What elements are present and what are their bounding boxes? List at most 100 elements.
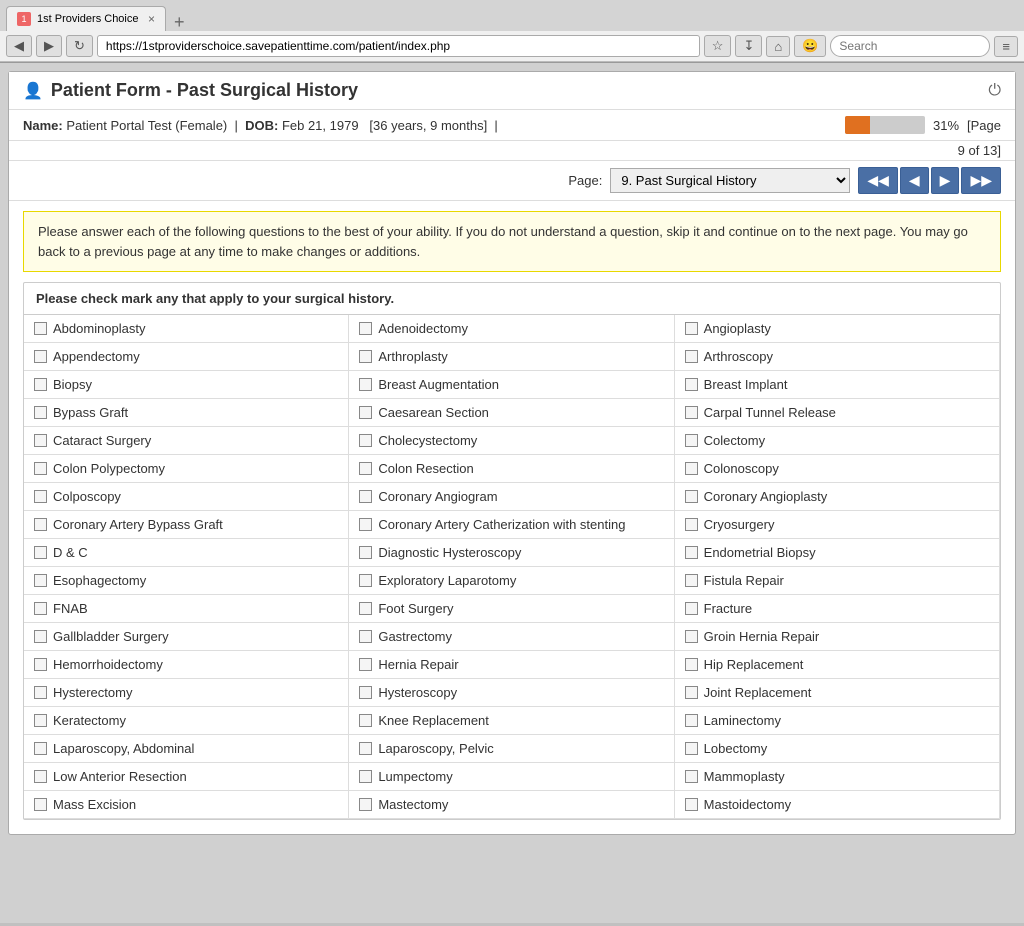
checklist-checkbox[interactable] [685,686,698,699]
checklist-checkbox[interactable] [359,630,372,643]
power-icon[interactable]: ⏻ [988,82,1001,100]
checklist-checkbox[interactable] [359,686,372,699]
checklist-checkbox[interactable] [685,406,698,419]
checklist-checkbox[interactable] [359,574,372,587]
checklist-item[interactable]: Breast Implant [675,371,1000,399]
menu-button[interactable]: ≡ [994,36,1018,57]
back-button[interactable]: ◀ [6,35,32,57]
checklist-checkbox[interactable] [685,462,698,475]
bookmark-button[interactable]: ☆ [704,35,732,57]
checklist-checkbox[interactable] [359,546,372,559]
checklist-item[interactable]: Abdominoplasty [24,315,349,343]
checklist-checkbox[interactable] [685,602,698,615]
checklist-checkbox[interactable] [34,350,47,363]
checklist-checkbox[interactable] [685,742,698,755]
checklist-checkbox[interactable] [685,350,698,363]
checklist-item[interactable]: Laparoscopy, Pelvic [349,735,674,763]
checklist-checkbox[interactable] [34,490,47,503]
checklist-item[interactable]: Hernia Repair [349,651,674,679]
checklist-item[interactable]: Hip Replacement [675,651,1000,679]
checklist-item[interactable]: Keratectomy [24,707,349,735]
checklist-checkbox[interactable] [685,490,698,503]
checklist-checkbox[interactable] [34,378,47,391]
checklist-item[interactable]: Foot Surgery [349,595,674,623]
checklist-item[interactable]: Colectomy [675,427,1000,455]
home-button[interactable]: ⌂ [766,36,790,57]
checklist-checkbox[interactable] [685,518,698,531]
checklist-item[interactable]: Diagnostic Hysteroscopy [349,539,674,567]
checklist-checkbox[interactable] [685,378,698,391]
refresh-button[interactable]: ↻ [66,35,93,57]
checklist-item[interactable]: Arthroscopy [675,343,1000,371]
checklist-checkbox[interactable] [359,490,372,503]
checklist-item[interactable]: Coronary Artery Bypass Graft [24,511,349,539]
checklist-item[interactable]: Hysteroscopy [349,679,674,707]
checklist-item[interactable]: Knee Replacement [349,707,674,735]
checklist-item[interactable]: Colonoscopy [675,455,1000,483]
checklist-item[interactable]: Mastectomy [349,791,674,819]
checklist-checkbox[interactable] [359,714,372,727]
page-select[interactable]: 1. Demographics2. Insurance3. Medical Hi… [610,168,850,193]
checklist-checkbox[interactable] [34,406,47,419]
checklist-item[interactable]: Colon Resection [349,455,674,483]
checklist-item[interactable]: Arthroplasty [349,343,674,371]
checklist-checkbox[interactable] [685,658,698,671]
checklist-item[interactable]: Hemorrhoidectomy [24,651,349,679]
checklist-checkbox[interactable] [685,434,698,447]
checklist-checkbox[interactable] [34,742,47,755]
checklist-item[interactable]: Joint Replacement [675,679,1000,707]
checklist-item[interactable]: Colon Polypectomy [24,455,349,483]
checklist-checkbox[interactable] [685,714,698,727]
first-page-button[interactable]: ◀◀ [858,167,898,194]
checklist-item[interactable]: Bypass Graft [24,399,349,427]
checklist-item[interactable]: Breast Augmentation [349,371,674,399]
checklist-item[interactable]: Fistula Repair [675,567,1000,595]
download-button[interactable]: ↧ [735,35,762,57]
checklist-checkbox[interactable] [34,658,47,671]
checklist-checkbox[interactable] [34,630,47,643]
checklist-checkbox[interactable] [34,714,47,727]
url-bar[interactable] [97,35,700,57]
checklist-item[interactable]: Exploratory Laparotomy [349,567,674,595]
checklist-item[interactable]: FNAB [24,595,349,623]
checklist-item[interactable]: Gastrectomy [349,623,674,651]
checklist-checkbox[interactable] [34,770,47,783]
checklist-checkbox[interactable] [685,770,698,783]
checklist-checkbox[interactable] [685,798,698,811]
checklist-checkbox[interactable] [359,658,372,671]
checklist-checkbox[interactable] [359,742,372,755]
checklist-checkbox[interactable] [359,378,372,391]
checklist-checkbox[interactable] [359,518,372,531]
checklist-item[interactable]: Adenoidectomy [349,315,674,343]
checklist-checkbox[interactable] [34,322,47,335]
checklist-item[interactable]: Coronary Angiogram [349,483,674,511]
checklist-checkbox[interactable] [359,798,372,811]
checklist-item[interactable]: Endometrial Biopsy [675,539,1000,567]
checklist-checkbox[interactable] [685,322,698,335]
checklist-checkbox[interactable] [685,574,698,587]
checklist-checkbox[interactable] [34,546,47,559]
checklist-checkbox[interactable] [685,546,698,559]
checklist-item[interactable]: Colposcopy [24,483,349,511]
checklist-item[interactable]: Esophagectomy [24,567,349,595]
checklist-item[interactable]: Cataract Surgery [24,427,349,455]
checklist-checkbox[interactable] [34,434,47,447]
checklist-item[interactable]: Appendectomy [24,343,349,371]
checklist-checkbox[interactable] [34,518,47,531]
checklist-checkbox[interactable] [359,434,372,447]
checklist-item[interactable]: Mass Excision [24,791,349,819]
search-input[interactable] [830,35,990,57]
checklist-item[interactable]: Cryosurgery [675,511,1000,539]
checklist-checkbox[interactable] [34,574,47,587]
checklist-item[interactable]: Carpal Tunnel Release [675,399,1000,427]
profile-button[interactable]: 😀 [794,35,826,57]
checklist-item[interactable]: Cholecystectomy [349,427,674,455]
checklist-item[interactable]: Groin Hernia Repair [675,623,1000,651]
checklist-checkbox[interactable] [359,322,372,335]
checklist-item[interactable]: Mammoplasty [675,763,1000,791]
checklist-checkbox[interactable] [359,462,372,475]
checklist-item[interactable]: D & C [24,539,349,567]
checklist-item[interactable]: Gallbladder Surgery [24,623,349,651]
active-tab[interactable]: 1 1st Providers Choice × [6,6,166,31]
checklist-item[interactable]: Hysterectomy [24,679,349,707]
